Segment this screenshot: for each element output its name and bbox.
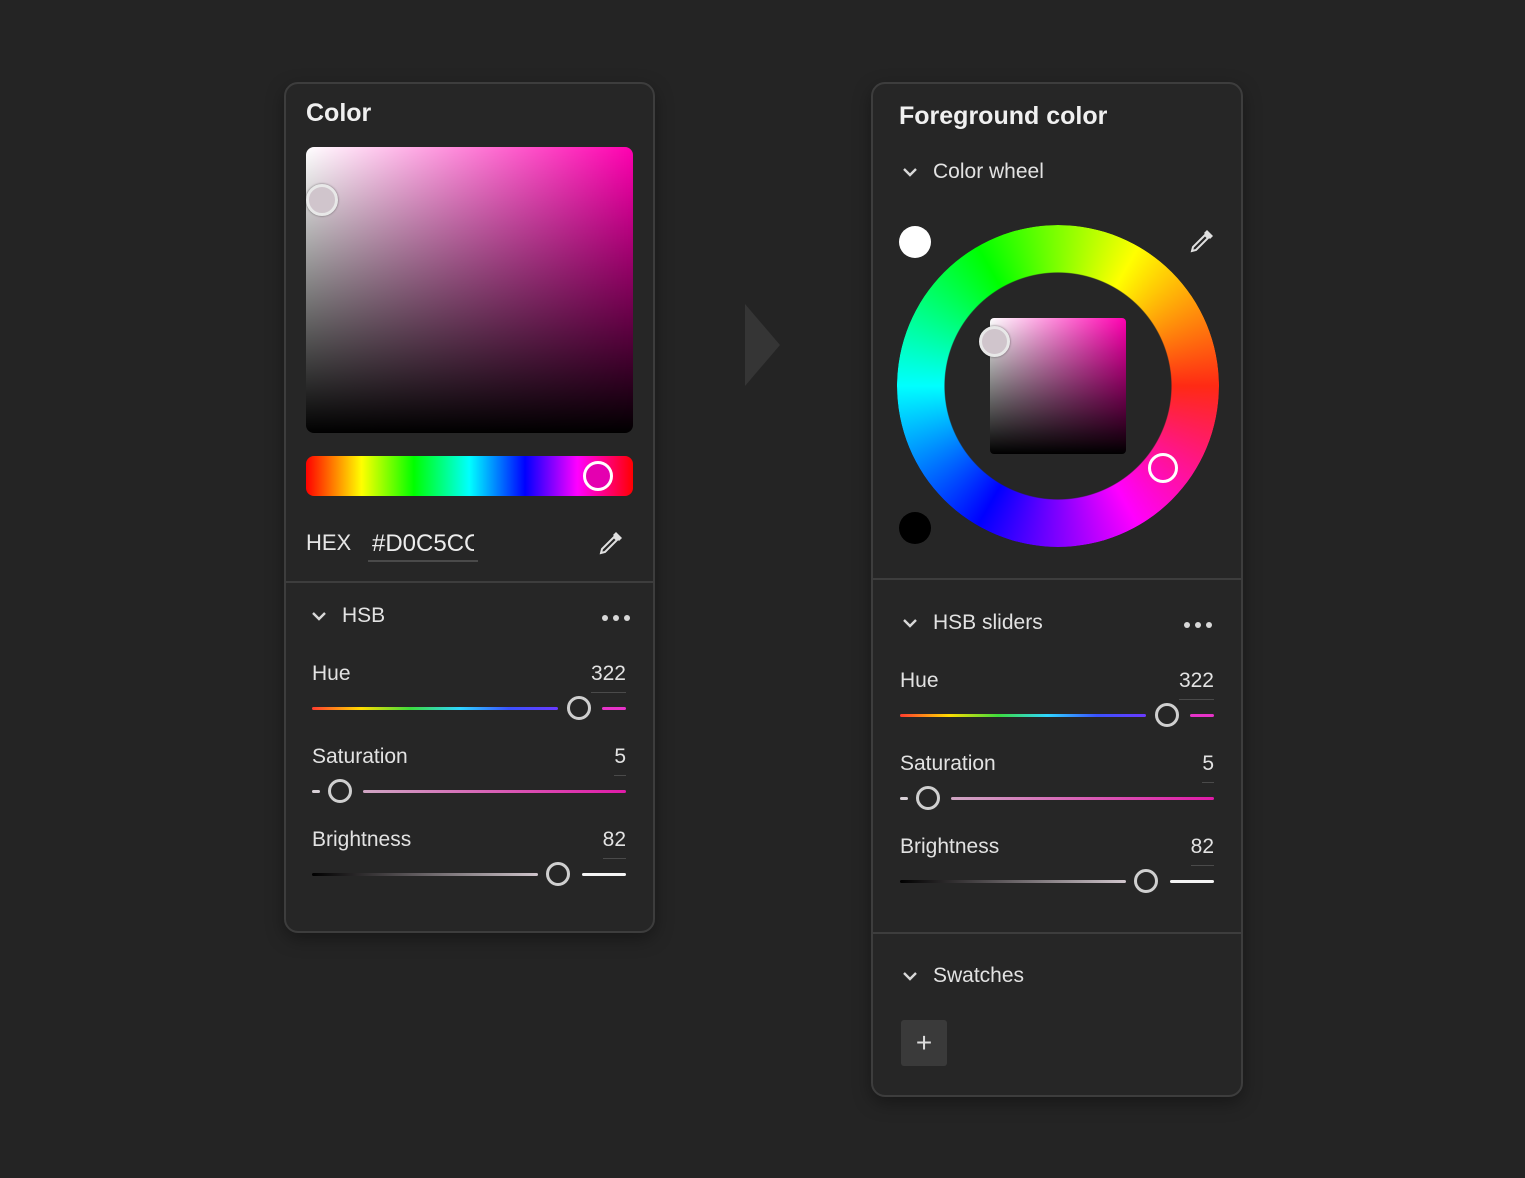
brightness-slider[interactable]: Brightness 82 — [312, 828, 626, 898]
slider-value[interactable]: 5 — [1202, 752, 1214, 783]
slider-label: Brightness — [312, 828, 412, 851]
slider-handle[interactable] — [546, 862, 570, 886]
slider-label: Saturation — [900, 752, 996, 775]
add-swatch-button[interactable]: + — [901, 1020, 947, 1066]
color-panel: Color HEX HSB Hue 322 Saturation 5 — [284, 82, 655, 933]
slider-handle[interactable] — [567, 696, 591, 720]
slider-value[interactable]: 322 — [1178, 669, 1214, 700]
slider-value[interactable]: 82 — [1190, 835, 1214, 866]
brightness-slider[interactable]: Brightness 82 — [900, 835, 1214, 905]
slider-handle[interactable] — [328, 779, 352, 803]
slider-track[interactable] — [1190, 714, 1214, 717]
slider-handle[interactable] — [916, 786, 940, 810]
slider-track[interactable] — [900, 880, 1126, 883]
slider-track[interactable] — [1170, 880, 1214, 883]
slider-track[interactable] — [582, 873, 626, 876]
section-title: Swatches — [933, 964, 1025, 987]
slider-label: Saturation — [312, 745, 408, 768]
slider-handle[interactable] — [1134, 869, 1158, 893]
hue-slider[interactable]: Hue 322 — [900, 669, 1214, 739]
arrow-right-icon — [745, 304, 780, 386]
saturation-slider[interactable]: Saturation 5 — [312, 745, 626, 815]
slider-label: Hue — [312, 662, 351, 685]
divider — [873, 932, 1241, 934]
hue-slider[interactable]: Hue 322 — [312, 662, 626, 732]
slider-handle[interactable] — [1155, 703, 1179, 727]
slider-track[interactable] — [900, 797, 908, 800]
swatches-section-header[interactable]: Swatches — [901, 964, 1024, 988]
saturation-slider[interactable]: Saturation 5 — [900, 752, 1214, 822]
slider-value[interactable]: 5 — [614, 745, 626, 776]
slider-label: Brightness — [900, 835, 1000, 858]
foreground-color-panel: Foreground color Color wheel HSB sliders… — [871, 82, 1243, 1097]
slider-value[interactable]: 82 — [602, 828, 626, 859]
slider-value[interactable]: 322 — [590, 662, 626, 693]
slider-track[interactable] — [900, 714, 1146, 717]
plus-icon: + — [915, 1027, 933, 1058]
slider-track[interactable] — [312, 707, 558, 710]
chevron-down-icon — [903, 972, 917, 981]
slider-label: Hue — [900, 669, 939, 692]
slider-track[interactable] — [312, 790, 320, 793]
slider-track[interactable] — [951, 797, 1214, 800]
slider-track[interactable] — [312, 873, 538, 876]
slider-track[interactable] — [363, 790, 626, 793]
slider-track[interactable] — [602, 707, 626, 710]
